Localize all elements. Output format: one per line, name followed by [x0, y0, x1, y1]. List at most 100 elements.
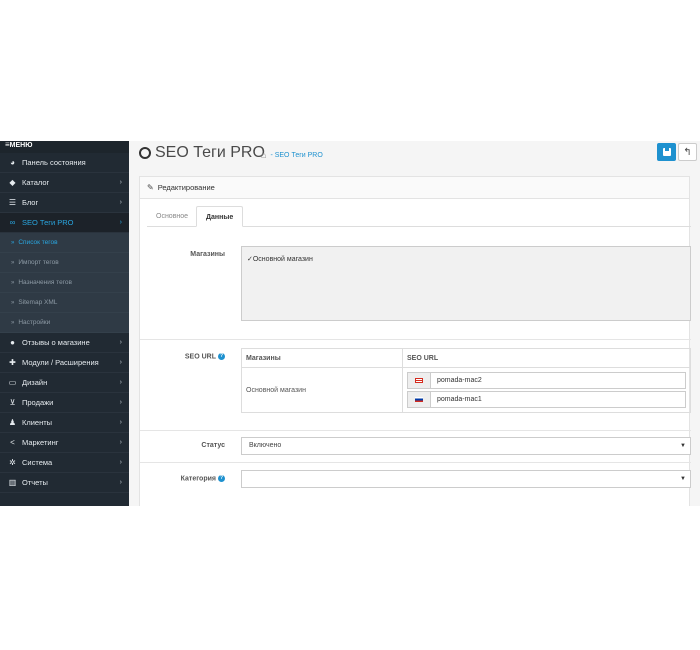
table-header-row: Магазины SEO URL: [241, 348, 691, 368]
sidebar-item-label: Система: [22, 458, 53, 467]
bullet-icon: »: [11, 279, 15, 286]
status-selected-value: Включено: [249, 442, 282, 449]
caret-down-icon: ▼: [680, 443, 686, 449]
page-header: SEO Теги PRO ⌂ - SEO Теги PRO ↰: [129, 141, 700, 171]
seo-url-input-row: pomada-mac2: [407, 372, 686, 389]
submenu-item-label: Список тегов: [18, 239, 58, 246]
menu-header[interactable]: ≡МЕНЮ: [0, 141, 129, 153]
status-label: Статус: [201, 442, 225, 449]
language-flag-icon: [408, 392, 431, 407]
language-flag-icon: [408, 373, 431, 388]
divider: [140, 462, 691, 463]
submenu-item-import[interactable]: » Импорт тегов: [0, 253, 129, 273]
chevron-right-icon: ›: [119, 439, 122, 446]
submenu-item-label: Настройки: [18, 319, 51, 326]
sidebar-item-design[interactable]: ▭ Дизайн ›: [0, 373, 129, 393]
puzzle-icon: ✚: [9, 358, 16, 367]
sidebar-item-marketing[interactable]: < Маркетинг ›: [0, 433, 129, 453]
info-icon[interactable]: ?: [218, 353, 225, 360]
sidebar-item-reports[interactable]: ▥ Отчеты ›: [0, 473, 129, 493]
home-icon[interactable]: ⌂: [261, 150, 266, 160]
seo-url-input[interactable]: pomada-mac2: [431, 377, 482, 384]
cart-icon: ⊻: [9, 398, 16, 407]
sidebar-item-label: Маркетинг: [22, 438, 59, 447]
user-icon: ♟: [8, 418, 17, 427]
caret-down-icon: ▼: [680, 476, 686, 482]
module-logo-icon: [139, 147, 151, 159]
sidebar-item-modules[interactable]: ✚ Модули / Расширения ›: [0, 353, 129, 373]
category-select[interactable]: ▼: [241, 470, 691, 488]
submenu-item-tag-list[interactable]: » Список тегов: [0, 233, 129, 253]
sidebar-item-seo-tags[interactable]: ∞ SEO Теги PRO ›: [0, 213, 129, 233]
main-content: SEO Теги PRO ⌂ - SEO Теги PRO ↰ ✎ Редакт…: [129, 141, 700, 506]
sidebar-item-label: Панель состояния: [22, 158, 86, 167]
gear-icon: ✲: [9, 458, 16, 467]
sidebar-item-sales[interactable]: ⊻ Продажи ›: [0, 393, 129, 413]
back-button[interactable]: ↰: [678, 143, 697, 161]
chevron-right-icon: ›: [119, 359, 122, 366]
app-window: ≡МЕНЮ ◕ Панель состояния ◆ Каталог › ☰ Б…: [0, 141, 700, 506]
page-title-text: SEO Теги PRO: [155, 144, 265, 161]
submenu-item-settings[interactable]: » Настройки: [0, 313, 129, 333]
chevron-right-icon: ›: [119, 199, 122, 206]
seo-url-cell: pomada-mac2 pomada-mac1: [402, 367, 691, 413]
seo-url-table: Магазины SEO URL Основной магазин pomada…: [241, 348, 691, 413]
link-icon: ∞: [9, 218, 16, 227]
submenu-item-assignments[interactable]: » Назначения тегов: [0, 273, 129, 293]
store-checkbox-main[interactable]: ✓Основной магазин: [247, 256, 313, 263]
sidebar-item-label: Блог: [22, 198, 39, 207]
sidebar-item-blog[interactable]: ☰ Блог ›: [0, 193, 129, 213]
sidebar-item-system[interactable]: ✲ Система ›: [0, 453, 129, 473]
status-select[interactable]: Включено ▼: [241, 437, 691, 455]
bar-chart-icon: ▥: [8, 478, 17, 487]
divider: [140, 339, 691, 340]
seo-url-input[interactable]: pomada-mac1: [431, 396, 482, 403]
chevron-right-icon: ›: [119, 459, 122, 466]
breadcrumb-link[interactable]: SEO Теги PRO: [275, 152, 323, 159]
category-label-text: Категория: [180, 475, 216, 483]
chevron-right-icon: ›: [119, 419, 122, 426]
reply-icon: ↰: [683, 146, 692, 158]
chevron-right-icon: ›: [119, 179, 122, 186]
sidebar-item-label: Отчеты: [22, 478, 48, 487]
tab-general[interactable]: Основное: [147, 206, 197, 227]
info-icon[interactable]: ?: [218, 475, 225, 482]
sidebar-item-catalog[interactable]: ◆ Каталог ›: [0, 173, 129, 193]
stores-checkbox-list: ✓Основной магазин: [241, 246, 691, 321]
tab-data[interactable]: Данные: [196, 206, 244, 227]
stores-label: Магазины: [190, 251, 225, 258]
bullet-icon: »: [11, 239, 15, 246]
comments-icon: ●: [10, 338, 15, 347]
chevron-right-icon: ›: [119, 379, 122, 386]
pencil-icon: ✎: [147, 183, 154, 192]
save-button[interactable]: [657, 143, 676, 161]
floppy-disk-icon: [662, 148, 671, 156]
monitor-icon: ▭: [8, 378, 17, 387]
bullet-icon: »: [11, 319, 15, 326]
sidebar-item-label: Клиенты: [22, 418, 53, 427]
chevron-right-icon: ›: [119, 479, 122, 486]
sidebar-item-label: Продажи: [22, 398, 54, 407]
sidebar: ≡МЕНЮ ◕ Панель состояния ◆ Каталог › ☰ Б…: [0, 141, 129, 506]
breadcrumb: ⌂ - SEO Теги PRO: [261, 150, 323, 160]
sidebar-item-label: Модули / Расширения: [22, 358, 99, 367]
sidebar-item-label: Дизайн: [22, 378, 48, 387]
submenu-item-sitemap[interactable]: » Sitemap XML: [0, 293, 129, 313]
category-label: Категория?: [145, 475, 225, 482]
bullet-icon: »: [11, 299, 15, 306]
chevron-right-icon: ›: [119, 339, 122, 346]
sidebar-item-store-reviews[interactable]: ● Отзывы о магазине ›: [0, 333, 129, 353]
bullet-icon: »: [11, 259, 15, 266]
seo-submenu: » Список тегов » Импорт тегов » Назначен…: [0, 233, 129, 333]
chevron-right-icon: ›: [119, 399, 122, 406]
sidebar-item-dashboard[interactable]: ◕ Панель состояния: [0, 153, 129, 173]
panel-heading-text: Редактирование: [157, 183, 215, 192]
sidebar-item-label: Каталог: [22, 178, 50, 187]
edit-panel: ✎ Редактирование Основное Данные Магазин…: [139, 176, 691, 506]
store-name-cell: Основной магазин: [241, 367, 403, 413]
table-row: Основной магазин pomada-mac2 pomada-mac1: [241, 367, 691, 413]
share-icon: <: [10, 438, 15, 447]
panel-heading: ✎ Редактирование: [140, 177, 689, 199]
tag-icon: ◆: [9, 178, 16, 187]
sidebar-item-customers[interactable]: ♟ Клиенты ›: [0, 413, 129, 433]
